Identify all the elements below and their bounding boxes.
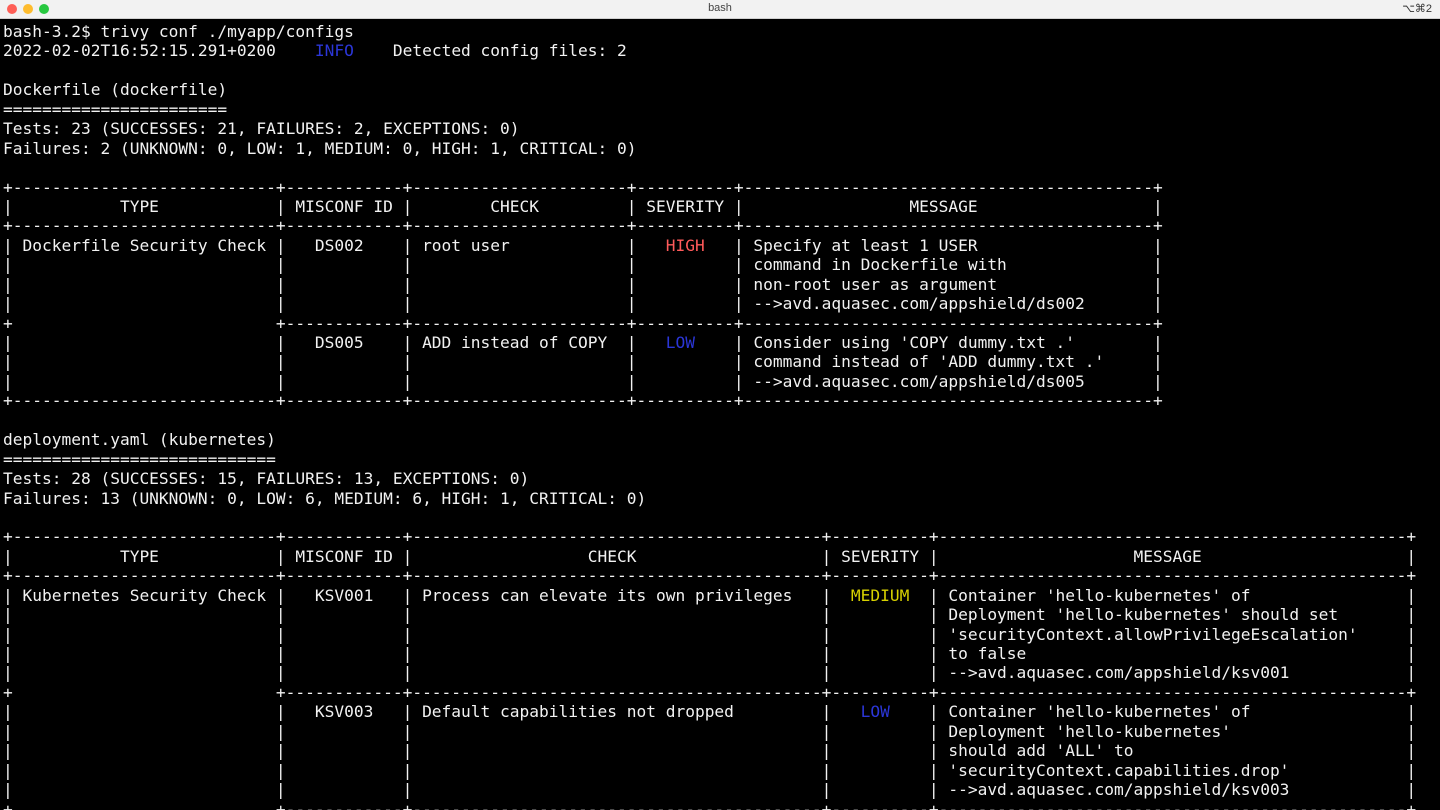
terminal-line: | | | | | 'securityContext.allowPrivileg… bbox=[3, 625, 1440, 644]
terminal-line: + +------------+------------------------… bbox=[3, 683, 1440, 702]
terminal-output[interactable]: bash-3.2$ trivy conf ./myapp/configs 2022… bbox=[3, 22, 1440, 810]
window-title: bash bbox=[708, 2, 732, 14]
terminal-line: | | | | | -->avd.aquasec.com/appshield/k… bbox=[3, 780, 1440, 799]
terminal-text: + +------------+------------------------… bbox=[3, 799, 1417, 810]
terminal-line: ============================ bbox=[3, 450, 1440, 469]
terminal-text: ======================= bbox=[3, 99, 228, 119]
terminal-line: | | | | | command instead of 'ADD dummy.… bbox=[3, 352, 1440, 371]
terminal-text: | | | | | Deployment 'hello-kubernetes' … bbox=[3, 605, 1417, 625]
terminal-text: | | | | | command in Dockerfile with | bbox=[3, 255, 1163, 275]
terminal-line: | | | | | command in Dockerfile with | bbox=[3, 255, 1440, 274]
terminal-window: bash ⌥⌘2 bash-3.2$ trivy conf ./myapp/co… bbox=[0, 0, 1440, 810]
terminal-line: | Dockerfile Security Check | DS002 | ro… bbox=[3, 236, 1440, 255]
terminal-text: +---------------------------+-----------… bbox=[3, 527, 1417, 547]
terminal-text: Failures: 13 (UNKNOWN: 0, LOW: 6, MEDIUM… bbox=[3, 488, 647, 508]
terminal-line: | | | | | Deployment 'hello-kubernetes' … bbox=[3, 722, 1440, 741]
terminal-text: deployment.yaml (kubernetes) bbox=[3, 430, 276, 450]
terminal-text: | | | | | -->avd.aquasec.com/appshield/d… bbox=[3, 294, 1163, 314]
terminal-line: | | | | | non-root user as argument | bbox=[3, 275, 1440, 294]
terminal-line: Dockerfile (dockerfile) bbox=[3, 80, 1440, 99]
terminal-text: ============================ bbox=[3, 449, 276, 469]
terminal-text: + +------------+----------------------+-… bbox=[3, 313, 1163, 333]
terminal-text: | | | | | -->avd.aquasec.com/appshield/d… bbox=[3, 371, 1163, 391]
terminal-line: +---------------------------+-----------… bbox=[3, 178, 1440, 197]
terminal-line: | | | | | -->avd.aquasec.com/appshield/k… bbox=[3, 663, 1440, 682]
terminal-line: Failures: 13 (UNKNOWN: 0, LOW: 6, MEDIUM… bbox=[3, 489, 1440, 508]
terminal-line: | | | | | 'securityContext.capabilities.… bbox=[3, 761, 1440, 780]
terminal-text: | | | | | non-root user as argument | bbox=[3, 274, 1163, 294]
terminal-text: +---------------------------+-----------… bbox=[3, 177, 1163, 197]
terminal-line: | | | | | to false | bbox=[3, 644, 1440, 663]
terminal-line: | | DS005 | ADD instead of COPY | LOW | … bbox=[3, 333, 1440, 352]
terminal-line: | Kubernetes Security Check | KSV001 | P… bbox=[3, 586, 1440, 605]
severity-text: LOW bbox=[665, 333, 695, 352]
terminal-text: | Specify at least 1 USER | bbox=[704, 235, 1163, 255]
terminal-line: Tests: 23 (SUCCESSES: 21, FAILURES: 2, E… bbox=[3, 119, 1440, 138]
terminal-line: + +------------+----------------------+-… bbox=[3, 314, 1440, 333]
severity-text: HIGH bbox=[665, 235, 705, 255]
title-bar: bash ⌥⌘2 bbox=[0, 0, 1440, 19]
terminal-text: Failures: 2 (UNKNOWN: 0, LOW: 1, MEDIUM:… bbox=[3, 138, 637, 158]
terminal-line: | TYPE | MISCONF ID | CHECK | SEVERITY |… bbox=[3, 197, 1440, 216]
terminal-text: | | | | | command instead of 'ADD dummy.… bbox=[3, 352, 1163, 372]
terminal-text: | | | | | should add 'ALL' to | bbox=[3, 741, 1417, 761]
terminal-text: | | KSV003 | Default capabilities not dr… bbox=[3, 702, 861, 722]
terminal-text: | | | | | -->avd.aquasec.com/appshield/k… bbox=[3, 663, 1417, 683]
terminal-text: | Kubernetes Security Check | KSV001 | P… bbox=[3, 585, 851, 605]
terminal-text: | Container 'hello-kubernetes' of | bbox=[909, 585, 1417, 605]
terminal-line: +---------------------------+-----------… bbox=[3, 391, 1440, 410]
terminal-line: bash-3.2$ trivy conf ./myapp/configs bbox=[3, 22, 1440, 41]
terminal-line: deployment.yaml (kubernetes) bbox=[3, 430, 1440, 449]
terminal-text: | | | | | Deployment 'hello-kubernetes' … bbox=[3, 721, 1417, 741]
terminal-line: + +------------+------------------------… bbox=[3, 800, 1440, 810]
terminal-text: | | DS005 | ADD instead of COPY | bbox=[3, 333, 666, 352]
terminal-text: Tests: 28 (SUCCESSES: 15, FAILURES: 13, … bbox=[3, 469, 530, 489]
terminal-line: +---------------------------+-----------… bbox=[3, 216, 1440, 235]
terminal-text: | Consider using 'COPY dummy.txt .' | bbox=[694, 333, 1163, 352]
terminal-line: Tests: 28 (SUCCESSES: 15, FAILURES: 13, … bbox=[3, 469, 1440, 488]
terminal-line: | | | | | should add 'ALL' to | bbox=[3, 741, 1440, 760]
terminal-line: | | | | | -->avd.aquasec.com/appshield/d… bbox=[3, 372, 1440, 391]
terminal-text: | | | | | -->avd.aquasec.com/appshield/k… bbox=[3, 780, 1417, 800]
terminal-text: bash-3.2$ trivy conf ./myapp/configs bbox=[3, 22, 354, 41]
terminal-text: | | | | | 'securityContext.allowPrivileg… bbox=[3, 624, 1417, 644]
severity-text: LOW bbox=[860, 702, 890, 722]
terminal-text: | Dockerfile Security Check | DS002 | ro… bbox=[3, 235, 666, 255]
terminal-text: | | | | | to false | bbox=[3, 644, 1417, 663]
terminal-line: | | KSV003 | Default capabilities not dr… bbox=[3, 702, 1440, 721]
terminal-text: | TYPE | MISCONF ID | CHECK | SEVERITY |… bbox=[3, 196, 1163, 216]
terminal-line: 2022-02-02T16:52:15.291+0200 INFO Detect… bbox=[3, 41, 1440, 60]
terminal-line: Failures: 2 (UNKNOWN: 0, LOW: 1, MEDIUM:… bbox=[3, 139, 1440, 158]
terminal-text: Dockerfile (dockerfile) bbox=[3, 80, 228, 100]
terminal-text: +---------------------------+-----------… bbox=[3, 391, 1163, 411]
terminal-text: | | | | | 'securityContext.capabilities.… bbox=[3, 760, 1417, 780]
window-shortcut-label: ⌥⌘2 bbox=[1402, 3, 1432, 15]
severity-text: MEDIUM bbox=[850, 585, 910, 605]
terminal-line: +---------------------------+-----------… bbox=[3, 566, 1440, 585]
terminal-line: | | | | | -->avd.aquasec.com/appshield/d… bbox=[3, 294, 1440, 313]
terminal-text: Tests: 23 (SUCCESSES: 21, FAILURES: 2, E… bbox=[3, 119, 520, 139]
terminal-text: 2022-02-02T16:52:15.291+0200 bbox=[3, 41, 315, 61]
terminal-line: +---------------------------+-----------… bbox=[3, 527, 1440, 546]
terminal-text: + +------------+------------------------… bbox=[3, 682, 1417, 702]
terminal-text: +---------------------------+-----------… bbox=[3, 216, 1163, 236]
terminal-text: | TYPE | MISCONF ID | CHECK | SEVERITY |… bbox=[3, 546, 1417, 566]
terminal-text: | Container 'hello-kubernetes' of | bbox=[889, 702, 1417, 722]
terminal-line: | | | | | Deployment 'hello-kubernetes' … bbox=[3, 605, 1440, 624]
terminal-text: Detected config files: 2 bbox=[353, 41, 627, 61]
terminal-line: | TYPE | MISCONF ID | CHECK | SEVERITY |… bbox=[3, 547, 1440, 566]
terminal-line: ======================= bbox=[3, 100, 1440, 119]
terminal-text: +---------------------------+-----------… bbox=[3, 566, 1417, 586]
severity-text: INFO bbox=[314, 41, 354, 61]
